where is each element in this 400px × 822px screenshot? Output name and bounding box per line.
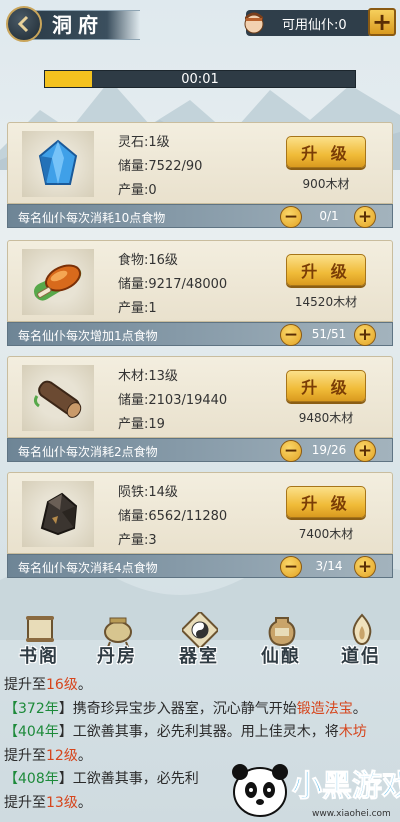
food-level: 食物:16级 (118, 253, 178, 268)
meteor-iron-level: 陨铁:14级 (118, 485, 178, 500)
spirit-stone-consume-text: 每名仙仆每次消耗10点食物 (18, 211, 166, 225)
log-line: 【372年】携奇珍异宝步入器室，沉心静气开始锻造法宝。 (4, 700, 367, 717)
food-storage: 储量:9217/48000 (118, 277, 228, 292)
nav-forge[interactable]: 器室 (164, 612, 234, 674)
upgrade-button-food[interactable]: 升 级 (286, 254, 366, 286)
spirit-stone-icon (38, 139, 78, 185)
top-bar: 洞府 可用仙仆:0 + (0, 0, 400, 50)
wood-cost: 9480木材 (298, 411, 354, 425)
increase-servant-button[interactable]: + (354, 440, 376, 462)
wood-output: 产量:19 (118, 417, 165, 432)
nav-library-label: 书阁 (19, 646, 59, 667)
nav-brewery[interactable]: 仙酿 (246, 612, 316, 674)
log-line: 提升至16级。 (4, 677, 92, 693)
resource-card-food: 食物:16级 储量:9217/48000 产量:1 升 级 14520木材 每名… (7, 240, 393, 350)
log-line: 【404年】工欲善其事，必先利其器。用上佳灵木，将木坊 (4, 724, 367, 741)
spirit-stone-level: 灵石:1级 (118, 135, 170, 150)
food-cost: 14520木材 (294, 295, 358, 309)
back-button[interactable] (6, 6, 42, 42)
meteor-iron-cost: 7400木材 (298, 527, 354, 541)
spirit-stone-output: 产量:0 (118, 183, 157, 198)
increase-servant-button[interactable]: + (354, 324, 376, 346)
spirit-stone-cost: 900木材 (302, 177, 350, 191)
spirit-stone-storage: 储量:7522/90 (118, 159, 203, 174)
wood-servant-count: 19/26 (311, 443, 347, 457)
decrease-servant-button[interactable]: − (280, 440, 302, 462)
meteor-iron-storage: 储量:6562/11280 (118, 509, 228, 524)
building-nav: 书阁 丹房 器室 仙酿 道侣 (0, 612, 400, 674)
nav-library[interactable]: 书阁 (4, 612, 74, 674)
meteor-iron-icon-frame (22, 481, 94, 547)
progress-time: 00:01 (181, 72, 219, 87)
spirit-stone-servant-count: 0/1 (319, 209, 339, 223)
wood-storage: 储量:2103/19440 (118, 393, 228, 408)
meteor-iron-servant-count: 3/14 (315, 559, 343, 573)
upgrade-button-meteor-iron[interactable]: 升 级 (286, 486, 366, 518)
wood-icon-frame (22, 365, 94, 431)
ore-icon (40, 492, 78, 536)
food-output: 产量:1 (118, 301, 157, 316)
nav-companion[interactable]: 道侣 (326, 612, 396, 674)
increase-servant-button[interactable]: + (354, 556, 376, 578)
nav-companion-label: 道侣 (341, 646, 381, 667)
add-servant-button[interactable]: + (368, 8, 396, 36)
decrease-servant-button[interactable]: − (280, 206, 302, 228)
page-title: 洞府 (30, 10, 140, 40)
resource-card-spirit-stone: 灵石:1级 储量:7522/90 产量:0 升 级 900木材 每名仙仆每次消耗… (7, 122, 393, 232)
nav-alchemy[interactable]: 丹房 (82, 612, 152, 674)
svg-text:小黑游戏: 小黑游戏 (292, 769, 400, 804)
log-icon (33, 380, 82, 418)
increase-servant-button[interactable]: + (354, 206, 376, 228)
roast-leg-icon (34, 264, 82, 301)
resource-card-wood: 木材:13级 储量:2103/19440 产量:19 升 级 9480木材 每名… (7, 356, 393, 466)
svg-text:www.xiaohei.com: www.xiaohei.com (312, 809, 391, 819)
watermark-logo: 小黑游戏 www.xiaohei.com (232, 764, 400, 819)
servant-icon (244, 12, 264, 34)
nav-alchemy-label: 丹房 (97, 646, 137, 667)
wood-consume-text: 每名仙仆每次消耗2点食物 (18, 445, 158, 459)
wood-level: 木材:13级 (118, 369, 178, 384)
food-consume-text: 每名仙仆每次增加1点食物 (18, 329, 158, 343)
spirit-stone-icon-frame (22, 131, 94, 197)
decrease-servant-button[interactable]: − (280, 556, 302, 578)
meteor-iron-consume-text: 每名仙仆每次消耗4点食物 (18, 561, 158, 575)
food-icon-frame (22, 249, 94, 315)
progress-bar: 00:01 (44, 70, 356, 88)
servant-counter-label: 可用仙仆:0 (282, 17, 347, 33)
upgrade-button-spirit-stone[interactable]: 升 级 (286, 136, 366, 168)
decrease-servant-button[interactable]: − (280, 324, 302, 346)
nav-brewery-label: 仙酿 (261, 646, 301, 667)
resource-card-meteor-iron: 陨铁:14级 储量:6562/11280 产量:3 升 级 7400木材 每名仙… (7, 472, 393, 582)
upgrade-button-wood[interactable]: 升 级 (286, 370, 366, 402)
meteor-iron-output: 产量:3 (118, 533, 157, 548)
food-servant-count: 51/51 (311, 327, 347, 341)
back-arrow-icon (17, 15, 29, 33)
nav-forge-label: 器室 (179, 646, 219, 667)
